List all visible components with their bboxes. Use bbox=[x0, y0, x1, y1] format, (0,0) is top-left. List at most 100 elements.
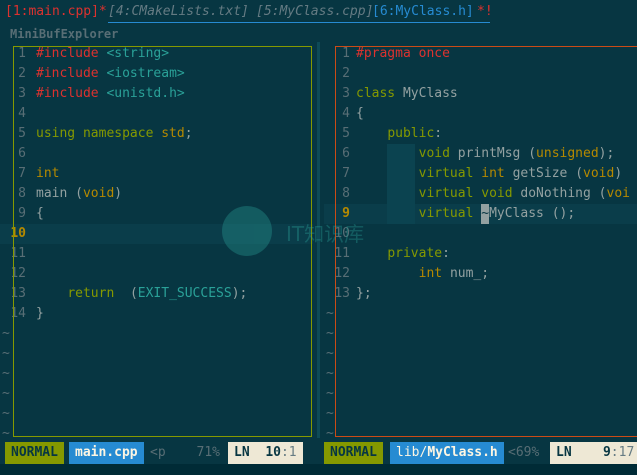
code-text: virtual void doNothing (voi bbox=[418, 186, 630, 201]
empty-line-tilde: ~ bbox=[326, 306, 334, 321]
code-line[interactable]: 4 bbox=[0, 104, 313, 124]
code-text: int bbox=[36, 166, 60, 181]
left-cursor-position: LN 10:1 bbox=[228, 442, 303, 464]
empty-line-tilde: ~ bbox=[326, 366, 334, 381]
right-scroll-percent: <69% bbox=[508, 445, 540, 460]
line-number: 4 bbox=[18, 106, 26, 121]
code-text: #include <unistd.h> bbox=[36, 86, 185, 101]
code-line[interactable]: 14} bbox=[0, 304, 313, 324]
code-text: virtual int getSize (void) bbox=[418, 166, 623, 181]
line-number: 1 bbox=[18, 46, 26, 61]
line-number: 7 bbox=[18, 166, 26, 181]
code-text: void printMsg (unsigned); bbox=[418, 146, 615, 161]
line-number: 5 bbox=[18, 126, 26, 141]
code-line[interactable]: 6 void printMsg (unsigned); bbox=[324, 144, 637, 164]
empty-line-tilde: ~ bbox=[2, 426, 10, 438]
code-line[interactable]: 2 bbox=[324, 64, 637, 84]
code-text: main (void) bbox=[36, 186, 123, 201]
empty-line-tilde: ~ bbox=[326, 406, 334, 421]
code-line[interactable]: 7 int bbox=[0, 164, 313, 184]
code-line[interactable]: 3 #include <unistd.h> bbox=[0, 84, 313, 104]
code-line[interactable]: 8 main (void) bbox=[0, 184, 313, 204]
empty-line-tilde: ~ bbox=[2, 386, 10, 401]
code-line[interactable]: 5 public: bbox=[324, 124, 637, 144]
code-line[interactable]: 12 int num_; bbox=[324, 264, 637, 284]
line-number: 2 bbox=[342, 66, 350, 81]
line-number: 4 bbox=[342, 106, 350, 121]
minibufexplorer-title: MiniBufExplorer bbox=[10, 27, 119, 41]
empty-line-tilde: ~ bbox=[2, 326, 10, 341]
left-cursor-col: :1 bbox=[280, 445, 297, 460]
empty-line-tilde: ~ bbox=[326, 326, 334, 341]
watermark: IT知识库 bbox=[222, 206, 422, 266]
code-text: return (EXIT_SUCCESS); bbox=[67, 286, 248, 301]
right-status-bar: NORMAL lib/MyClass.h <69% LN 9:17 bbox=[324, 442, 637, 464]
line-number: 3 bbox=[18, 86, 26, 101]
tab-myclass-h[interactable]: [6:MyClass.h] bbox=[372, 4, 474, 20]
code-text: }; bbox=[356, 286, 372, 301]
code-line[interactable]: 13}; bbox=[324, 284, 637, 304]
left-mode-indicator: NORMAL bbox=[5, 442, 64, 464]
code-text: int num_; bbox=[418, 266, 490, 281]
watermark-text: IT知识库 bbox=[286, 222, 365, 246]
right-cursor-position: LN 9:17 bbox=[550, 442, 637, 464]
code-text: { bbox=[36, 206, 44, 221]
tab-underline bbox=[108, 22, 490, 23]
code-text: class MyClass bbox=[356, 86, 458, 101]
tab-main-cpp[interactable]: [1:main.cpp]* bbox=[5, 4, 107, 20]
command-line[interactable] bbox=[0, 464, 637, 475]
left-file-name: main.cpp bbox=[69, 442, 144, 464]
empty-line-tilde: ~ bbox=[2, 346, 10, 361]
line-number: 2 bbox=[18, 66, 26, 81]
code-line[interactable]: 1 #pragma once bbox=[324, 44, 637, 64]
code-text: #pragma once bbox=[356, 46, 450, 61]
line-number: 7 bbox=[342, 166, 350, 181]
line-number: 11 bbox=[10, 246, 26, 261]
tab-cmakelists[interactable]: [4:CMakeLists.txt] bbox=[108, 4, 249, 20]
empty-line-tilde: ~ bbox=[2, 406, 10, 421]
code-line[interactable]: 5 using namespace std; bbox=[0, 124, 313, 144]
code-line[interactable]: 6 bbox=[0, 144, 313, 164]
line-number: 8 bbox=[18, 186, 26, 201]
line-number: 10 bbox=[10, 226, 26, 241]
line-number: 13 bbox=[334, 286, 350, 301]
line-number: 1 bbox=[342, 46, 350, 61]
left-scroll-percent: 71% bbox=[196, 445, 220, 460]
line-number: 6 bbox=[18, 146, 26, 161]
tab-myclass-cpp[interactable]: [5:MyClass.cpp] bbox=[256, 4, 373, 20]
code-text: using namespace std; bbox=[36, 126, 193, 141]
line-number: 6 bbox=[342, 146, 350, 161]
code-text: #include <iostream> bbox=[36, 66, 185, 81]
left-status-bar: NORMAL main.cpp <p 71% LN 10:1 bbox=[0, 442, 313, 464]
right-mode-indicator: NORMAL bbox=[324, 442, 383, 464]
code-line[interactable]: 3 class MyClass bbox=[324, 84, 637, 104]
line-number: 12 bbox=[334, 266, 350, 281]
line-number: 8 bbox=[342, 186, 350, 201]
code-line[interactable]: 4{ bbox=[324, 104, 637, 124]
left-cursor-line: 10 bbox=[265, 445, 281, 460]
empty-line-tilde: ~ bbox=[2, 366, 10, 381]
line-number: 14 bbox=[10, 306, 26, 321]
buffer-tab-bar: [1:main.cpp]* [4:CMakeLists.txt] [5:MyCl… bbox=[0, 0, 637, 24]
code-line[interactable]: 13 return (EXIT_SUCCESS); bbox=[0, 284, 313, 304]
line-number: 13 bbox=[10, 286, 26, 301]
code-text: } bbox=[36, 306, 44, 321]
empty-line-tilde: ~ bbox=[326, 386, 334, 401]
code-line[interactable]: 7 virtual int getSize (void) bbox=[324, 164, 637, 184]
code-text: { bbox=[356, 106, 364, 121]
code-line[interactable]: 12 bbox=[0, 264, 313, 284]
line-number: 9 bbox=[18, 206, 26, 221]
right-cursor-line: 9 bbox=[602, 445, 611, 460]
line-number: 12 bbox=[10, 266, 26, 281]
empty-line-tilde: ~ bbox=[326, 426, 334, 438]
code-line[interactable]: 2 #include <iostream> bbox=[0, 64, 313, 84]
line-number: 5 bbox=[342, 126, 350, 141]
empty-line-tilde: ~ bbox=[326, 346, 334, 361]
code-text: #include <string> bbox=[36, 46, 170, 61]
modified-indicator: *! bbox=[477, 4, 493, 19]
left-status-extra: <p bbox=[150, 445, 166, 460]
watermark-logo-icon bbox=[222, 206, 272, 256]
code-line[interactable]: 1 #include <string> bbox=[0, 44, 313, 64]
code-text: public: bbox=[387, 126, 443, 141]
code-line[interactable]: 8 virtual void doNothing (voi bbox=[324, 184, 637, 204]
